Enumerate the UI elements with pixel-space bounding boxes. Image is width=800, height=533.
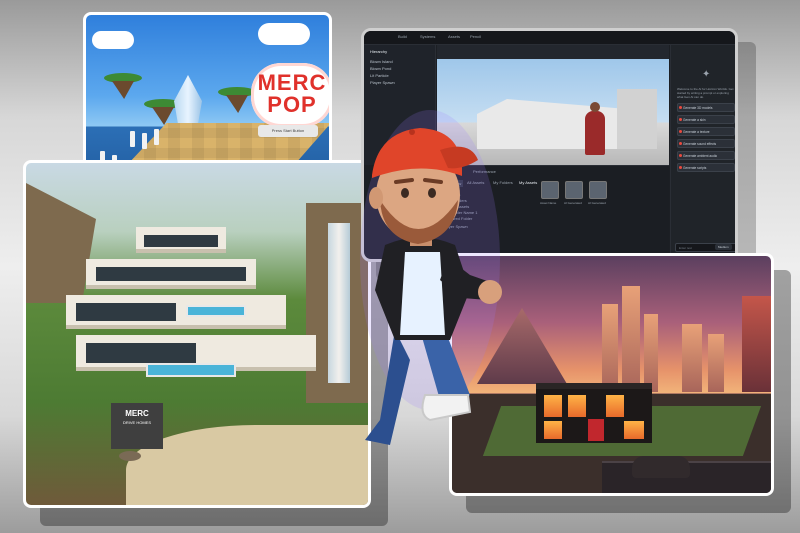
city-tower (602, 304, 618, 392)
car (632, 456, 690, 478)
mansion-window (144, 235, 218, 247)
pillar (154, 129, 159, 145)
asset-thumbnail[interactable] (565, 181, 583, 199)
hierarchy-item[interactable]: Lit Particle (370, 73, 389, 78)
avatar-shirt (400, 252, 445, 335)
hierarchy-item[interactable]: Player Spawn (370, 80, 395, 85)
avatar-eye (401, 188, 409, 198)
avatar-ear (369, 187, 383, 209)
avatar-eye (428, 188, 436, 198)
mansion-screenshot: MERC DRIVE HOMES (23, 160, 371, 508)
sparkle-icon: ✦ (702, 69, 711, 80)
generate-texture-button[interactable]: Generate a texture (677, 127, 735, 136)
merc-sign-title: MERC (125, 409, 149, 418)
fire-pit (119, 451, 141, 461)
asset-label: AI Generated (588, 201, 606, 205)
gen-ai-welcome: Welcome to the AI for Horizon Worlds. Ge… (677, 87, 734, 99)
city-tower (682, 324, 702, 392)
tab-assets[interactable]: Assets (448, 34, 460, 39)
city-tower (742, 296, 771, 392)
pool (186, 305, 246, 317)
city-tower (622, 286, 640, 392)
merc-sign-subtitle: DRIVE HOMES (122, 420, 151, 425)
city-tower (708, 334, 724, 392)
avatar-fist (478, 280, 502, 304)
cloud-left (92, 31, 134, 49)
avatar-brow (394, 178, 414, 184)
house-door (588, 419, 604, 441)
filter-my-assets[interactable]: My Assets (519, 180, 537, 185)
generate-sound-effects-button[interactable]: Generate sound effects (677, 139, 735, 148)
avatar-brow (423, 178, 443, 184)
building-model (617, 89, 657, 149)
tab-build[interactable]: Build (398, 34, 407, 39)
pillar (130, 131, 135, 147)
city-tower (644, 314, 658, 392)
house-window (568, 395, 586, 417)
asset-thumbnail[interactable] (589, 181, 607, 199)
generate-ambient-audio-button[interactable]: Generate ambient audio (677, 151, 735, 160)
generate-skin-button[interactable]: Generate a skin (677, 115, 735, 124)
editor-top-bar: Build Systems Assets Pencil (364, 31, 735, 45)
mansion-window (86, 343, 196, 363)
asset-thumbnail[interactable] (541, 181, 559, 199)
hierarchy-item[interactable]: Blown Island (370, 59, 393, 64)
tab-pencil[interactable]: Pencil (470, 34, 481, 39)
tab-systems[interactable]: Systems (420, 34, 435, 39)
logo-line2: POP (267, 92, 317, 117)
house-window (544, 421, 562, 439)
model-select[interactable]: Medium (715, 244, 732, 250)
pool (146, 363, 236, 377)
merc-pop-logo: MERC POP (251, 63, 329, 127)
hierarchy-item[interactable]: Blown Pond (370, 66, 391, 71)
house-window (624, 421, 644, 439)
mansion-window (76, 303, 176, 321)
generate-scripts-button[interactable]: Generate scripts (677, 163, 735, 172)
editor-toolbar (437, 45, 669, 59)
avatar-model (585, 102, 605, 155)
waterfall (328, 223, 350, 383)
mansion-window (96, 267, 246, 281)
floating-island (104, 73, 142, 83)
asset-label: Asset Name (540, 201, 557, 205)
cloud-right (258, 23, 310, 45)
start-sign: Press Start Button (258, 125, 318, 137)
hierarchy-title: Hierarchy (370, 49, 388, 54)
gen-ai-panel: ✦ Welcome to the AI for Horizon Worlds. … (670, 45, 735, 259)
house-window (606, 395, 624, 417)
pillar (142, 133, 147, 149)
generate-3d-models-button[interactable]: Generate 3D models (677, 103, 735, 112)
filter-my-folders[interactable]: My Folders (493, 180, 513, 185)
asset-label: AI Generated (564, 201, 582, 205)
merc-sign-box: MERC DRIVE HOMES (111, 403, 163, 449)
modern-house (536, 383, 652, 443)
avatar-cap-button (409, 129, 415, 135)
house-window (544, 395, 562, 417)
